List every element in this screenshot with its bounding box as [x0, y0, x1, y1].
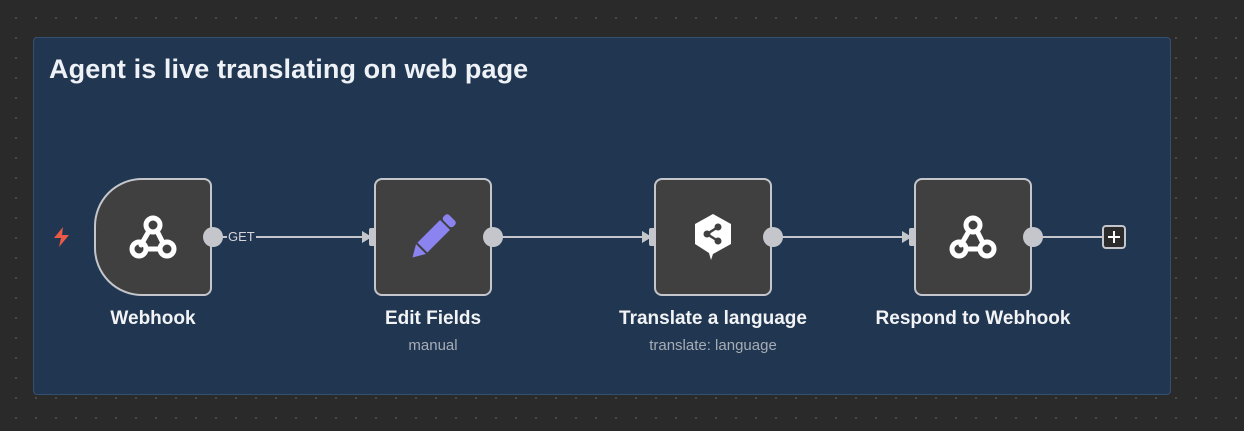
node-translate-label: Translate a language — [619, 308, 807, 329]
node-respond-to-webhook[interactable] — [914, 178, 1032, 296]
deepl-icon — [695, 214, 731, 260]
node-webhook-output[interactable] — [203, 227, 223, 247]
pencil-icon — [412, 214, 456, 258]
node-translate-subtitle: translate: language — [649, 337, 777, 354]
node-respond-output[interactable] — [1023, 227, 1043, 247]
webhook-icon — [129, 215, 177, 259]
node-edit-fields-output[interactable] — [483, 227, 503, 247]
node-translate-output[interactable] — [763, 227, 783, 247]
connection-label-get: GET — [227, 229, 256, 244]
trigger-bolt-icon — [54, 227, 69, 247]
add-node-button[interactable] — [1102, 225, 1126, 249]
node-respond-label: Respond to Webhook — [875, 308, 1071, 329]
node-edit-fields-label: Edit Fields — [384, 308, 482, 329]
node-edit-fields[interactable] — [374, 178, 492, 296]
node-webhook[interactable] — [94, 178, 212, 296]
plus-icon — [1108, 231, 1120, 243]
node-webhook-label: Webhook — [110, 308, 196, 329]
webhook-icon — [949, 215, 997, 259]
node-translate[interactable] — [654, 178, 772, 296]
node-edit-fields-subtitle: manual — [408, 337, 458, 354]
